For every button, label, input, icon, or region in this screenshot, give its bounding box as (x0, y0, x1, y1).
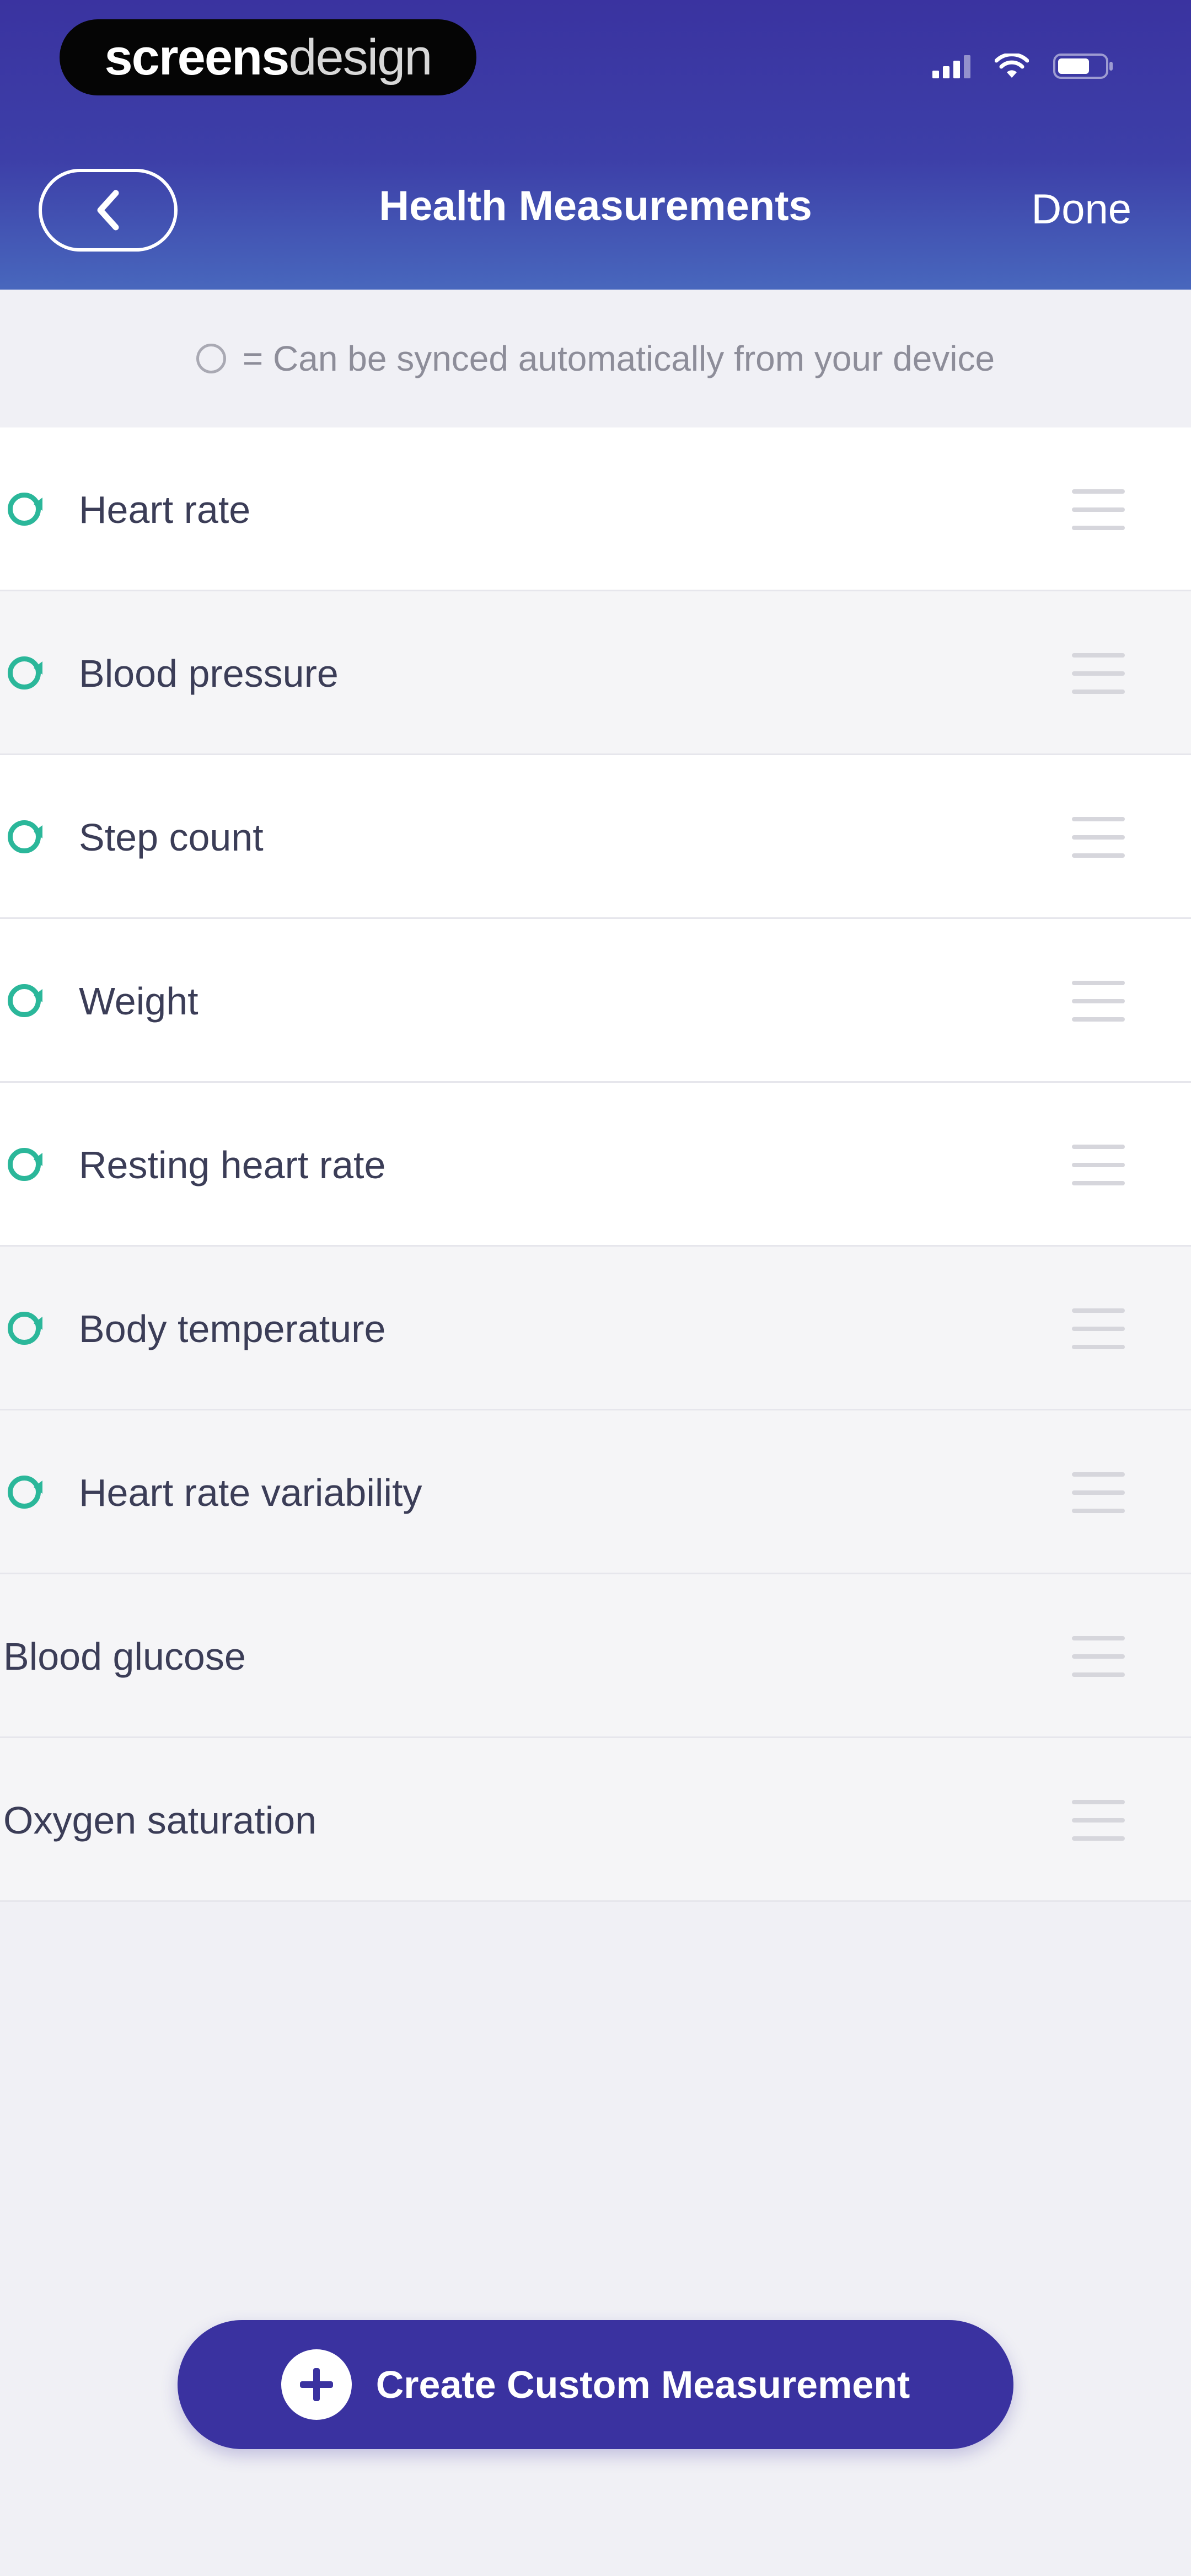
create-custom-measurement-button[interactable]: Create Custom Measurement (178, 2320, 1013, 2449)
measurement-label: Body temperature (79, 1307, 386, 1350)
sync-indicator-icon (196, 344, 226, 373)
drag-handle-icon[interactable] (1072, 489, 1125, 530)
sync-icon (8, 984, 41, 1017)
measurement-label: Oxygen saturation (3, 1798, 317, 1842)
drag-handle-icon[interactable] (1072, 1308, 1125, 1349)
nav-header: screens design Health Measurements Done (0, 0, 1191, 290)
measurement-row[interactable]: Blood glucose (0, 1574, 1191, 1738)
sync-icon (8, 1148, 41, 1181)
watermark-logo: screens design (60, 19, 476, 95)
battery-icon (1053, 52, 1114, 80)
measurement-label: Blood pressure (79, 651, 339, 695)
measurement-row[interactable]: Resting heart rate (0, 1083, 1191, 1247)
wifi-icon (995, 54, 1029, 79)
measurement-row[interactable]: Oxygen saturation (0, 1738, 1191, 1902)
drag-handle-icon[interactable] (1072, 1472, 1125, 1513)
drag-handle-icon[interactable] (1072, 1636, 1125, 1677)
sync-icon (8, 656, 41, 690)
drag-handle-icon[interactable] (1072, 1145, 1125, 1185)
plus-icon (281, 2349, 352, 2420)
cellular-signal-icon (932, 54, 970, 78)
measurement-label: Resting heart rate (79, 1143, 386, 1187)
measurement-row[interactable]: Blood pressure (0, 591, 1191, 755)
measurement-label: Heart rate (79, 488, 251, 531)
status-bar-icons (932, 52, 1114, 80)
measurement-label: Step count (79, 815, 264, 859)
watermark-text-light: design (288, 29, 432, 85)
measurement-row[interactable]: Heart rate variability (0, 1410, 1191, 1574)
measurement-row[interactable]: Step count (0, 755, 1191, 919)
measurement-label: Heart rate variability (79, 1471, 422, 1514)
measurement-row[interactable]: Body temperature (0, 1247, 1191, 1410)
sync-icon (8, 493, 41, 526)
drag-handle-icon[interactable] (1072, 1800, 1125, 1841)
measurement-label: Weight (79, 979, 198, 1023)
create-button-label: Create Custom Measurement (375, 2363, 910, 2406)
drag-handle-icon[interactable] (1072, 653, 1125, 694)
measurement-label: Blood glucose (3, 1634, 246, 1678)
measurement-row[interactable]: Weight (0, 919, 1191, 1083)
sync-icon (8, 820, 41, 853)
measurement-list: Heart rate Blood pressure Step count Weight… (0, 427, 1191, 1902)
sync-icon (8, 1312, 41, 1345)
health-measurements-screen: screens design Health Measurements Done … (0, 0, 1191, 2576)
sync-legend-text: = Can be synced automatically from your … (242, 339, 995, 378)
sync-legend: = Can be synced automatically from your … (0, 290, 1191, 427)
drag-handle-icon[interactable] (1072, 817, 1125, 858)
done-button[interactable]: Done (1031, 185, 1131, 233)
sync-icon (8, 1476, 41, 1509)
drag-handle-icon[interactable] (1072, 981, 1125, 1022)
watermark-text-bold: screens (104, 29, 290, 85)
measurement-row[interactable]: Heart rate (0, 427, 1191, 591)
page-title: Health Measurements (379, 183, 812, 229)
